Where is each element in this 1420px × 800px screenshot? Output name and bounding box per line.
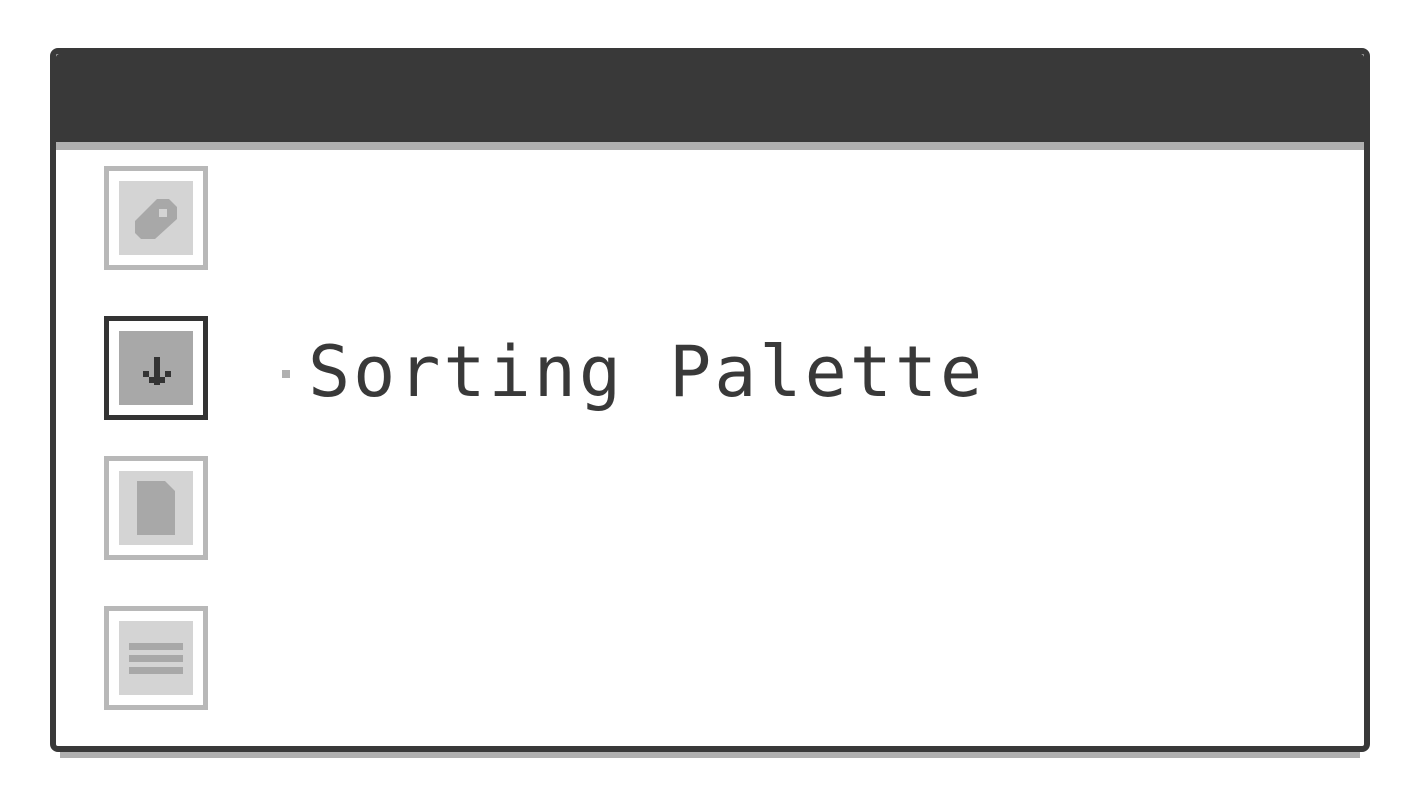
sort-down-tool-button[interactable] — [104, 316, 208, 420]
document-tool-button[interactable] — [104, 456, 208, 560]
tag-tool-button[interactable] — [104, 166, 208, 270]
window-body: Sorting Palette — [50, 48, 1370, 752]
sorting-palette-window: Sorting Palette — [50, 48, 1370, 758]
label-marker — [282, 370, 290, 378]
palette-label: Sorting Palette — [308, 331, 986, 413]
title-bar[interactable] — [56, 54, 1364, 142]
title-bar-divider — [56, 142, 1364, 150]
list-tool-button[interactable] — [104, 606, 208, 710]
